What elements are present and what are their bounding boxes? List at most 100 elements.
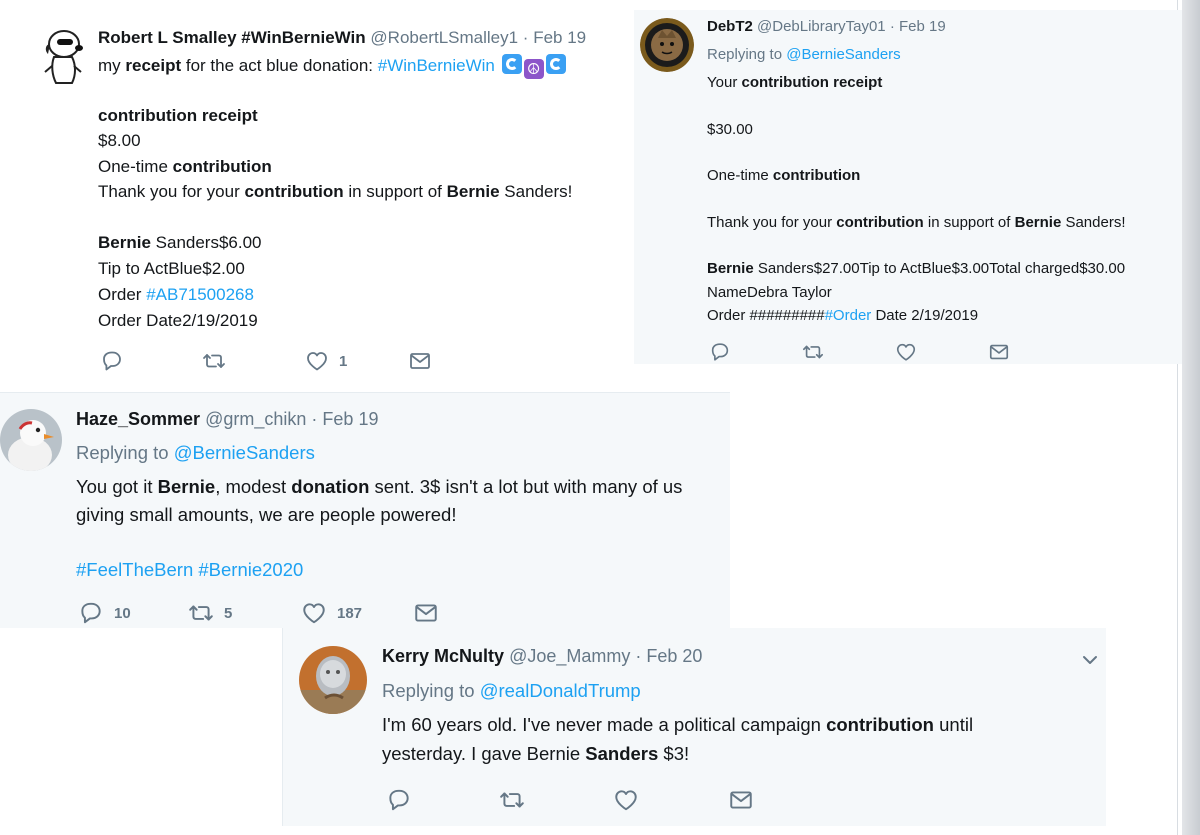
text-fragment: until [934,714,974,735]
author-name[interactable]: Haze_Sommer [76,409,200,429]
reply-button[interactable] [709,341,731,363]
avatar[interactable] [299,646,367,714]
avatar[interactable] [40,26,86,90]
tweet-date[interactable]: Feb 19 [322,409,378,429]
author-handle[interactable]: @RobertLSmalley1 [370,28,518,47]
direct-message-button[interactable] [988,341,1010,363]
tweet-haze-sommer[interactable]: Haze_Sommer @grm_chikn · Feb 19 Replying… [0,392,730,628]
text-fragment: I'm 60 years old. I've never made a poli… [382,714,827,735]
text-fragment: Sanders! [1061,214,1126,231]
text-bold: Bernie [707,260,754,277]
tweet-debt2[interactable]: DebT2 @DebLibraryTay01 · Feb 19 Replying… [634,10,1182,364]
envelope-icon [989,344,1009,360]
heart-icon [615,790,637,811]
like-button[interactable] [613,787,639,813]
avatar[interactable] [640,18,694,72]
tweet-date[interactable]: Feb 20 [646,646,702,666]
like-button[interactable] [895,341,917,363]
text-fragment: Sanders$6.00 [150,233,262,252]
text-fragment: , modest [215,476,292,497]
reply-button[interactable] [100,349,124,373]
like-button[interactable]: 1 [305,349,347,373]
receipt-title: Your contribution receipt [707,74,882,91]
mention-link[interactable]: @realDonaldTrump [480,680,641,701]
retweet-button[interactable] [202,349,226,373]
retweet-button[interactable] [802,341,824,363]
mention-link[interactable]: @BernieSanders [786,46,900,63]
scrollbar-gutter[interactable] [1182,0,1200,835]
hashtags-link[interactable]: #FeelTheBern #Bernie2020 [76,559,303,581]
text-bold: Sanders [585,743,659,764]
text-fragment: Thank you for your [98,182,245,201]
author-handle[interactable]: @grm_chikn [205,409,306,429]
text-bold: contribution [836,214,924,231]
direct-message-button[interactable] [728,787,754,813]
text-fragment: Replying to [707,46,787,63]
separator: · [522,28,529,47]
retweet-count: 5 [224,604,233,622]
author-name[interactable]: DebT2 [707,18,753,35]
tweet-text-line: You got it Bernie, modest donation sent.… [76,476,682,498]
text-fragment: Thank you for your [707,214,837,231]
like-count: 1 [339,352,348,370]
separator: · [635,646,642,666]
order-line: Order ##########Order Date 2/19/2019 [707,307,978,324]
envelope-icon [415,604,437,622]
tweet-kerry-mcnulty[interactable]: Kerry McNulty @Joe_Mammy · Feb 20 Replyi… [282,628,1106,826]
tweet-date[interactable]: Feb 19 [533,28,586,47]
text-fragment: Sanders! [499,182,573,201]
order-line: Order #AB71500268 [98,285,254,305]
tweet-header: DebT2 @DebLibraryTay01 · Feb 19 [707,18,946,35]
text-bold: contribution [172,157,272,176]
envelope-icon [410,353,430,369]
text-fragment: You got it [76,476,158,497]
thanks-line: Thank you for your contribution in suppo… [707,214,1126,231]
text-fragment: Your [707,74,742,91]
text-fragment: yesterday. I gave Bernie [382,743,586,764]
author-handle[interactable]: @DebLibraryTay01 [757,18,886,35]
order-hashtag-link[interactable]: #AB71500268 [146,285,254,304]
retweet-button[interactable]: 5 [188,600,232,626]
tweet-date[interactable]: Feb 19 [899,18,946,35]
reply-button[interactable]: 10 [78,600,131,626]
water-wave-icon [501,54,522,74]
author-name[interactable]: Robert L Smalley #WinBernieWin [98,28,366,47]
heart-icon [896,343,916,361]
hashtag-link[interactable]: #WinBernieWin [378,56,495,75]
text-bold: Bernie [157,476,216,497]
onetime-line: One-time contribution [98,157,272,177]
text-fragment: Sanders$27.00Tip to ActBlue$3.00Total ch… [753,260,1126,277]
retweet-icon [203,354,225,368]
order-hashtag-link[interactable]: #Order [825,307,872,324]
author-handle[interactable]: @Joe_Mammy [509,646,630,666]
reply-button[interactable] [386,787,412,813]
retweet-button[interactable] [499,787,525,813]
text-bold: Bernie [98,233,151,252]
chevron-down-icon[interactable] [1080,650,1100,670]
text-bold: donation [291,476,370,497]
replying-to: Replying to @realDonaldTrump [382,680,641,702]
author-name[interactable]: Kerry McNulty [382,646,504,666]
envelope-icon [730,791,752,809]
tip-line: Tip to ActBlue$2.00 [98,259,245,278]
text-bold: contribution receipt [741,74,883,91]
water-wave-icon [545,54,566,74]
text-bold: contribution [98,106,198,125]
text-fragment: One-time [98,157,173,176]
mention-link[interactable]: @BernieSanders [174,442,315,463]
like-button[interactable]: 187 [301,600,362,626]
text-bold: contribution [772,167,861,184]
direct-message-button[interactable] [413,600,439,626]
text-fragment: One-time [707,167,773,184]
tweet-robert-smalley[interactable]: Robert L Smalley #WinBernieWin @RobertLS… [20,0,634,388]
text-fragment: my [98,56,126,75]
order-date-line: Order Date2/19/2019 [98,311,258,330]
text-fragment: in support of [923,214,1015,231]
text-bold: contribution [244,182,344,201]
direct-message-button[interactable] [408,349,432,373]
text-fragment: for the act blue donation: [181,56,378,75]
receipt-title: contribution receipt [98,106,258,126]
tweet-text-line: my receipt for the act blue donation: #W… [98,54,566,79]
text-fragment: in support of [343,182,447,201]
avatar[interactable] [0,409,62,471]
